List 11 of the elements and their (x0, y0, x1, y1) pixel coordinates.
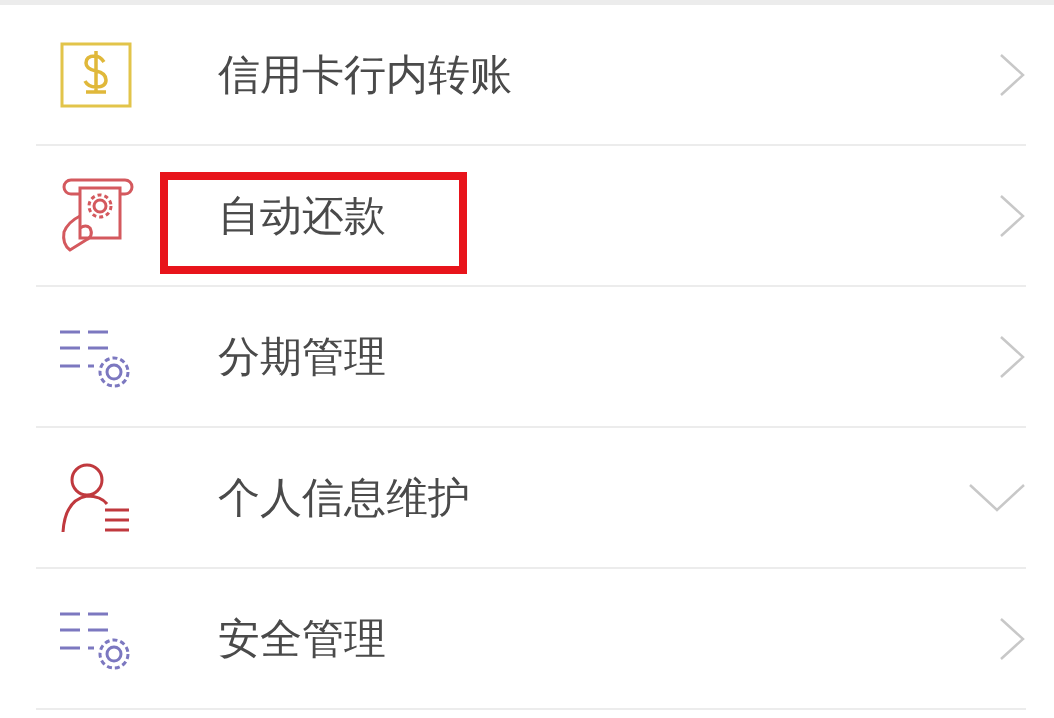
chevron-right-icon[interactable] (998, 52, 1026, 97)
dollar-icon (60, 41, 132, 108)
menu-item-label[interactable]: 信用卡行内转账 (218, 46, 998, 103)
chevron-right-icon[interactable] (998, 334, 1026, 379)
menu-item-label[interactable]: 自动还款 (218, 187, 998, 244)
chevron-down-icon[interactable] (968, 482, 1026, 513)
menu-item-label[interactable]: 分期管理 (218, 328, 998, 385)
chevron-right-icon[interactable] (998, 193, 1026, 238)
menu-item-label[interactable]: 个人信息维护 (218, 469, 968, 526)
chevron-right-icon[interactable] (998, 616, 1026, 661)
menu-item-label[interactable]: 安全管理 (218, 610, 998, 667)
